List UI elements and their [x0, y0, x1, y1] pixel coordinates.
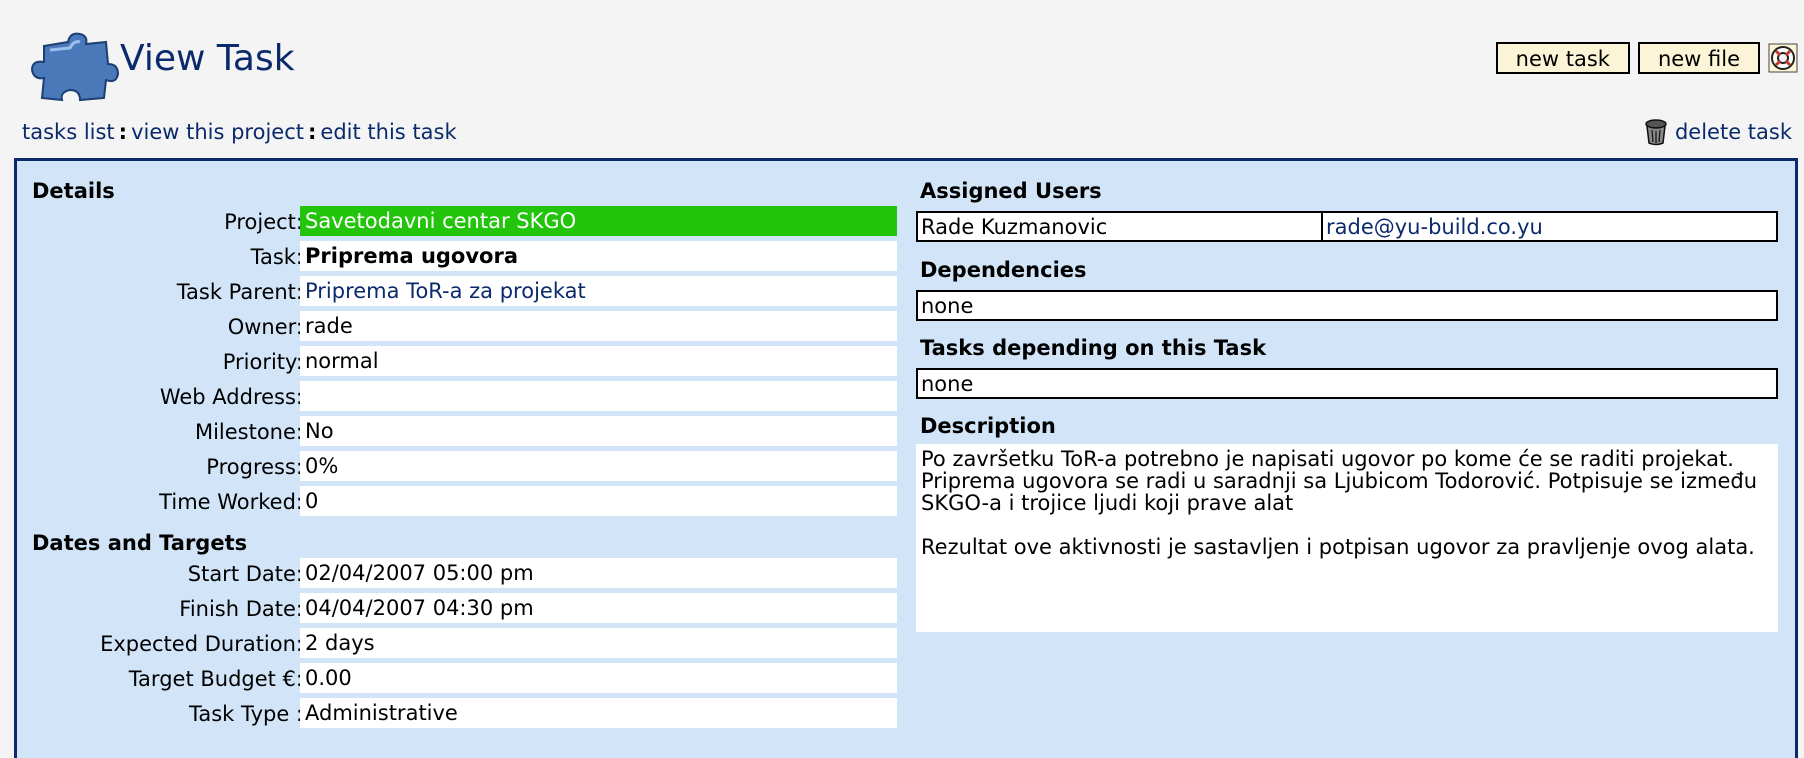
top-toolbar: new task new file	[1495, 42, 1798, 74]
web-address-value	[300, 381, 897, 413]
owner-value: rade	[300, 311, 897, 343]
field-web-address: Web Address:	[17, 381, 897, 415]
delete-task-label: delete task	[1674, 120, 1792, 144]
field-progress: Progress: 0%	[17, 451, 897, 485]
field-label: Finish Date:	[179, 597, 303, 621]
start-date-value: 02/04/2007 05:00 pm	[300, 558, 897, 590]
task-type-value: Administrative	[300, 698, 897, 730]
dependencies-title: Dependencies	[920, 258, 1087, 282]
expected-duration-value: 2 days	[300, 628, 897, 660]
puzzle-logo-icon	[30, 32, 120, 102]
field-task: Task: Priprema ugovora	[17, 241, 897, 275]
tasks-list-link[interactable]: tasks list	[22, 120, 115, 144]
field-owner: Owner: rade	[17, 311, 897, 345]
field-label: Time Worked:	[159, 490, 303, 514]
field-label: Target Budget €:	[128, 667, 303, 691]
task-parent-link[interactable]: Priprema ToR-a za projekat	[300, 276, 897, 308]
field-label: Start Date:	[187, 562, 303, 586]
new-task-button[interactable]: new task	[1495, 42, 1630, 74]
breadcrumb-separator: :	[118, 120, 128, 144]
field-finish-date: Finish Date: 04/04/2007 04:30 pm	[17, 593, 897, 627]
field-label: Progress:	[206, 455, 303, 479]
view-project-link[interactable]: view this project	[131, 120, 304, 144]
help-lifebuoy-icon[interactable]	[1768, 43, 1798, 73]
finish-date-value: 04/04/2007 04:30 pm	[300, 593, 897, 625]
field-project: Project: Savetodavni centar SKGO	[17, 206, 897, 240]
field-label: Milestone:	[194, 420, 303, 444]
field-priority: Priority: normal	[17, 346, 897, 380]
field-task-parent: Task Parent: Priprema ToR-a za projekat	[17, 276, 897, 310]
depending-tasks-title: Tasks depending on this Task	[920, 336, 1267, 360]
milestone-value: No	[300, 416, 897, 448]
trash-icon	[1645, 119, 1667, 146]
table-row: Rade Kuzmanovic rade@yu-build.co.yu	[918, 213, 1776, 240]
task-value: Priprema ugovora	[300, 241, 897, 273]
field-expected-duration: Expected Duration: 2 days	[17, 628, 897, 662]
page-title: View Task	[120, 38, 295, 79]
edit-task-link[interactable]: edit this task	[320, 120, 456, 144]
field-label: Web Address:	[159, 385, 303, 409]
depending-tasks-value: none	[916, 368, 1778, 399]
field-label: Task Type :	[189, 702, 303, 726]
field-milestone: Milestone: No	[17, 416, 897, 450]
project-value[interactable]: Savetodavni centar SKGO	[300, 206, 897, 238]
new-file-button[interactable]: new file	[1637, 42, 1760, 74]
dependencies-value: none	[916, 290, 1778, 321]
description-text: Po završetku ToR-a potrebno je napisati …	[916, 444, 1778, 632]
field-label: Task:	[250, 245, 303, 269]
page-header: View Task new task new file tasks list: v…	[0, 0, 1804, 146]
field-label: Priority:	[222, 350, 303, 374]
field-label: Project:	[224, 210, 303, 234]
field-time-worked: Time Worked: 0	[17, 486, 897, 520]
description-title: Description	[920, 414, 1056, 438]
task-details-panel: Details Project: Savetodavni centar SKGO…	[14, 158, 1798, 758]
field-start-date: Start Date: 02/04/2007 05:00 pm	[17, 558, 897, 592]
details-title: Details	[32, 179, 115, 203]
dates-title: Dates and Targets	[32, 531, 248, 555]
priority-value: normal	[300, 346, 897, 378]
breadcrumb-separator: :	[308, 120, 317, 144]
assigned-users-table: Rade Kuzmanovic rade@yu-build.co.yu	[916, 211, 1778, 242]
user-name: Rade Kuzmanovic	[918, 213, 1323, 240]
field-label: Expected Duration:	[100, 632, 303, 656]
time-worked-value: 0	[300, 486, 897, 518]
assigned-users-title: Assigned Users	[920, 179, 1102, 203]
field-task-type: Task Type : Administrative	[17, 698, 897, 732]
field-target-budget: Target Budget €: 0.00	[17, 663, 897, 697]
user-email-link[interactable]: rade@yu-build.co.yu	[1323, 213, 1546, 240]
progress-value: 0%	[300, 451, 897, 483]
breadcrumb: tasks list: view this project: edit this t…	[22, 120, 457, 144]
field-label: Owner:	[227, 315, 303, 339]
delete-task-link[interactable]: delete task	[1643, 118, 1792, 146]
target-budget-value: 0.00	[300, 663, 897, 695]
field-label: Task Parent:	[176, 280, 303, 304]
